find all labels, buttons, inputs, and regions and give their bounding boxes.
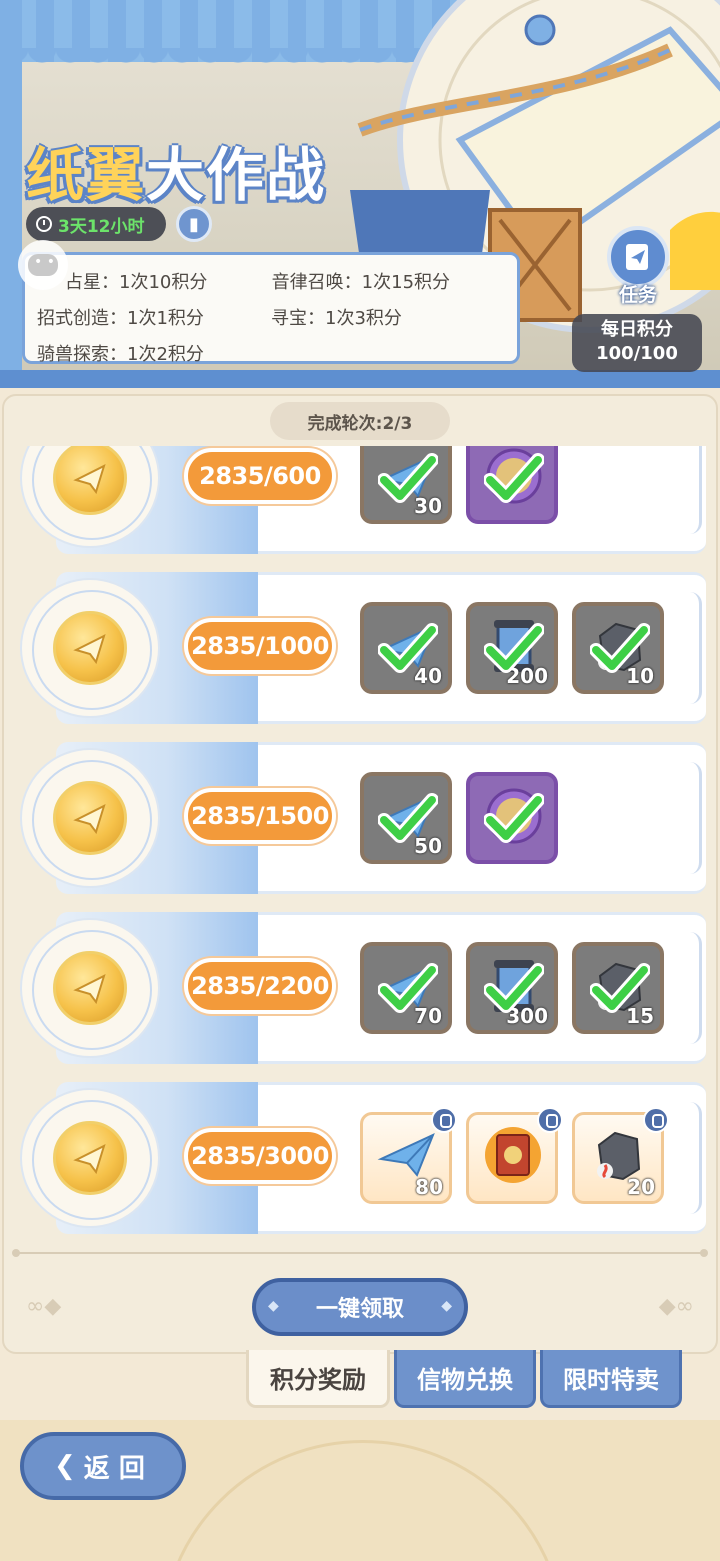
reward-item-slot[interactable]: 70 [360,942,452,1034]
event-title: 纸翼大作战 [26,141,327,209]
tier-frame-ornament [680,932,702,1044]
back-arrow-icon: ❮ [54,1451,76,1481]
chat-button[interactable] [18,240,68,290]
claimed-check-icon [590,963,650,1013]
tier-frame-ornament [680,762,702,874]
back-button[interactable]: ❮ 返 回 [20,1432,186,1500]
tab-limited-sale[interactable]: 限时特卖 [540,1350,682,1408]
tier-frame-ornament [680,446,702,534]
tier-medal-frame [20,748,160,888]
reward-tier-row: 2835/3000 80 20 [0,1082,720,1234]
tab-points-rewards[interactable]: 积分奖励 [246,1350,390,1408]
tier-points-progress: 2835/3000 [184,1128,336,1184]
points-rules-box: 占星：1次10积分 音律召唤：1次15积分 招式创造：1次1积分 寻宝：1次3积… [22,252,520,365]
info-book-button[interactable]: ▮ [176,206,212,242]
reward-item-slot[interactable]: 30 [360,446,452,524]
book-icon: ▮ [189,213,199,235]
ornament-left: ∞◆ [26,1294,62,1319]
reward-item-slot[interactable]: 15 [572,942,664,1034]
tier-frame-ornament [680,592,702,704]
claimed-check-icon [378,793,438,843]
tier-frame-ornament [680,1102,702,1214]
event-timer: 3天12小时 [26,207,166,241]
reward-item-slot[interactable] [466,446,558,524]
red-book-icon [485,1127,541,1183]
reward-item-slot[interactable]: 50 [360,772,452,864]
tier-points-progress: 2835/1500 [184,788,336,844]
rule-item: 骑兽探索：1次2积分 [37,344,204,365]
reward-item-slot[interactable]: 300 [466,942,558,1034]
tier-medal-frame [20,1088,160,1228]
lock-icon [537,1107,563,1133]
claim-all-button[interactable]: 一键领取 [252,1278,468,1336]
task-button[interactable]: 任务 [604,226,672,306]
rule-item: 占星：1次10积分 [65,272,208,293]
reward-item-slot[interactable] [466,772,558,864]
claimed-check-icon [484,793,544,843]
claimed-check-icon [590,623,650,673]
claimed-check-icon [378,453,438,503]
gold-plane-medal-icon [53,781,127,855]
gold-plane-medal-icon [53,446,127,515]
panel-divider [12,1249,708,1257]
rounds-completed: 完成轮次:2/3 [270,402,450,440]
claimed-check-icon [484,623,544,673]
lock-icon [431,1107,457,1133]
reward-tier-row: 2835/1500 50 [0,742,720,894]
timer-text: 3天12小时 [58,216,145,237]
daily-points-box: 每日积分 100/100 [572,314,702,372]
reward-tier-list[interactable]: 2835/600 30 2835/1000 40 200 10 2835/1500 50 283… [0,446,720,1240]
claimed-check-icon [378,963,438,1013]
tab-bar: 积分奖励 信物兑换 限时特卖 [246,1350,682,1410]
rule-item: 音律召唤：1次15积分 [271,272,451,293]
tier-medal-frame [20,578,160,718]
gold-plane-medal-icon [53,1121,127,1195]
reward-item-slot[interactable]: 80 [360,1107,457,1204]
reward-item-slot[interactable]: 20 [572,1107,669,1204]
back-label: 返 回 [83,1453,145,1484]
claimed-check-icon [484,453,544,503]
reward-quantity: 20 [627,1175,655,1199]
task-book-icon [626,244,648,270]
reward-item-slot[interactable]: 200 [466,602,558,694]
daily-points-label: 每日积分 [601,319,673,340]
claimed-check-icon [378,623,438,673]
claimed-check-icon [484,963,544,1013]
gold-plane-medal-icon [53,611,127,685]
chat-icon [28,254,58,276]
tier-points-progress: 2835/1000 [184,618,336,674]
clock-icon [36,216,52,232]
reward-tier-row: 2835/1000 40 200 10 [0,572,720,724]
gold-plane-medal-icon [53,951,127,1025]
reward-item-slot[interactable] [466,1107,563,1204]
lock-icon [643,1107,669,1133]
rule-item: 招式创造：1次1积分 [37,308,204,329]
reward-tier-row: 2835/600 30 [0,446,720,554]
tab-token-exchange[interactable]: 信物兑换 [394,1350,536,1408]
reward-tier-row: 2835/2200 70 300 15 [0,912,720,1064]
task-label: 任务 [618,284,657,306]
tier-points-progress: 2835/2200 [184,958,336,1014]
daily-points-value: 100/100 [596,343,678,364]
ornament-right: ◆∞ [658,1294,694,1319]
tier-medal-frame [20,918,160,1058]
banner-left-band [0,0,22,388]
rule-item: 寻宝：1次3积分 [271,308,402,329]
reward-quantity: 80 [415,1175,443,1199]
tier-points-progress: 2835/600 [184,448,336,504]
reward-item-slot[interactable]: 40 [360,602,452,694]
banner-bottom-band [0,370,720,388]
reward-item-slot[interactable]: 10 [572,602,664,694]
